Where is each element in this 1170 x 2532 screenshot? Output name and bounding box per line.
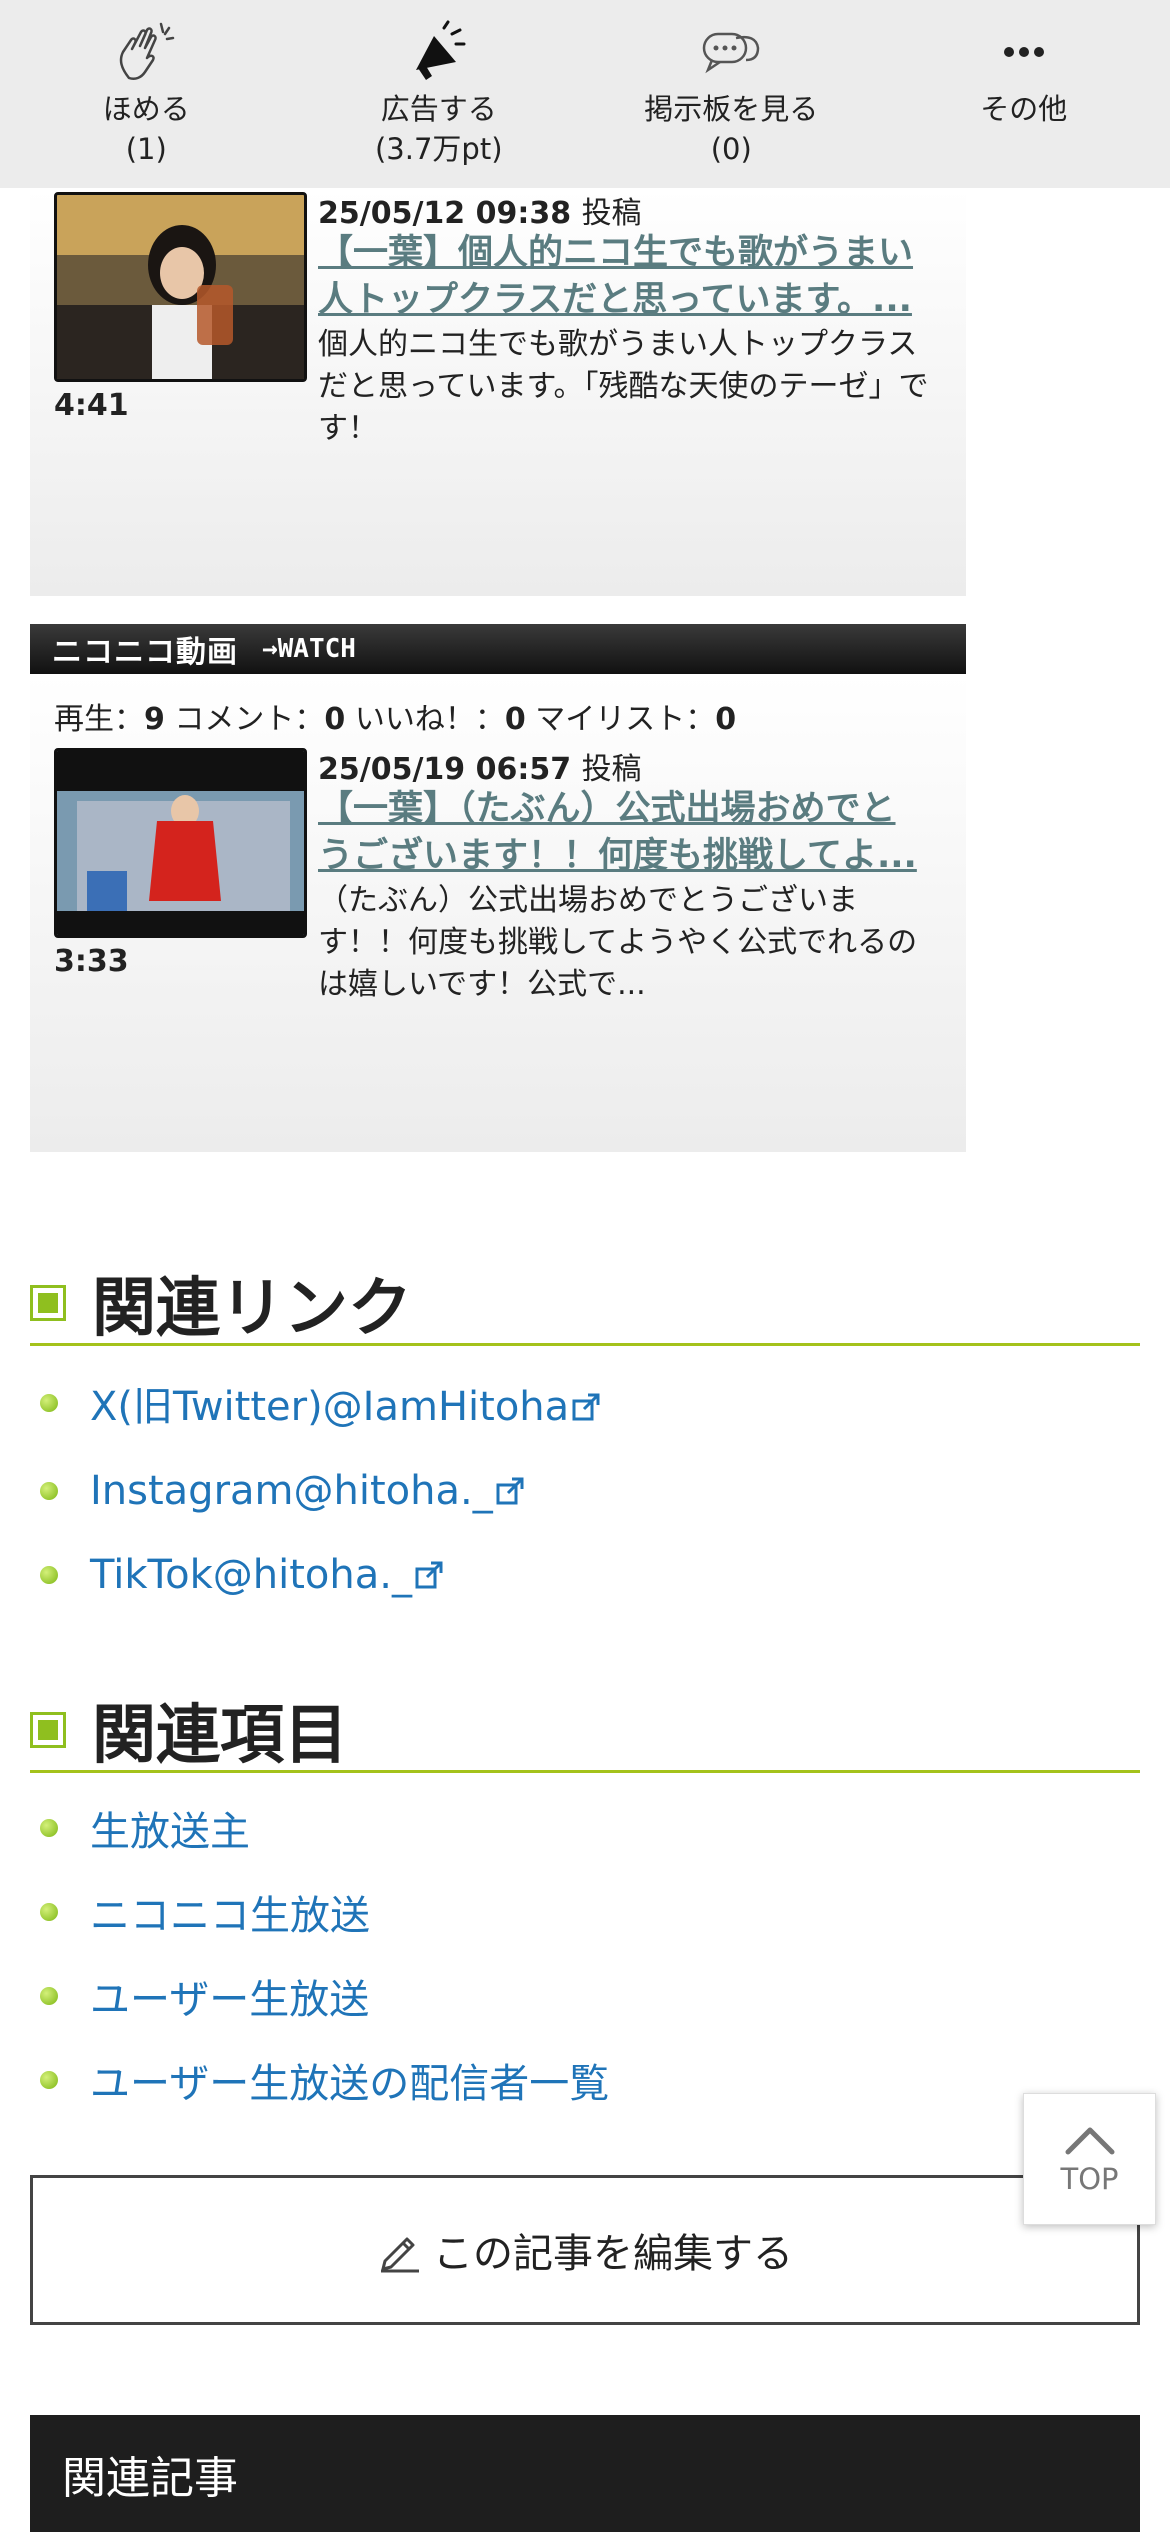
play-count: 9 (144, 702, 165, 737)
list-item: ユーザー生放送の配信者一覧 (40, 2038, 609, 2122)
bullet-icon (40, 1566, 58, 1584)
video-card: 再生：9 コメント：0 いいね！：0 マイリスト：0 3:33 25/05/19… (30, 674, 966, 1152)
list-item: ニコニコ生放送 (40, 1870, 609, 1954)
related-item-link[interactable]: ユーザー生放送の配信者一覧 (90, 2051, 609, 2109)
video-thumbnail[interactable] (54, 192, 307, 382)
video-duration: 3:33 (54, 944, 129, 979)
video-post-date: 25/05/12 09:38 投稿 (318, 188, 642, 232)
video-thumbnail[interactable] (54, 748, 307, 938)
title-line-1: 【一葉】（たぶん）公式出場おめでと (318, 789, 896, 829)
list-item: X(旧Twitter)@IamHitoha (40, 1361, 601, 1445)
link-text: Instagram@hitoha._ (90, 1468, 493, 1514)
bullet-icon (40, 1903, 58, 1921)
video-title-link[interactable]: 【一葉】個人的ニコ生でも歌がうまい 人トップクラスだと思っています。... (318, 230, 958, 324)
video-post-date: 25/05/19 06:57 投稿 (318, 744, 642, 788)
more-label: その他 (980, 92, 1068, 126)
video-duration: 4:41 (54, 388, 129, 423)
title-line-2: うございます！！何度も挑戦してよ... (318, 836, 917, 876)
video-description: （たぶん）公式出場おめでとうございます！！何度も挑戦してようやく公式でれるのは嬉… (318, 883, 918, 1002)
video-title-link[interactable]: 【一葉】（たぶん）公式出場おめでと うございます！！何度も挑戦してよ... (318, 786, 958, 880)
title-line-1: 【一葉】個人的ニコ生でも歌がうまい (318, 233, 914, 273)
external-link-x[interactable]: X(旧Twitter)@IamHitoha (90, 1374, 601, 1432)
link-text: TikTok@hitoha._ (90, 1552, 412, 1598)
list-item: 生放送主 (40, 1786, 609, 1870)
advertise-points: (3.7万pt) (374, 132, 503, 166)
bullet-icon (40, 1819, 58, 1837)
section-marker-icon (30, 1284, 66, 1321)
posted-label: 投稿 (581, 196, 642, 231)
post-date-value: 25/05/12 09:38 (318, 196, 572, 231)
top-label: TOP (1060, 2162, 1119, 2196)
related-links-heading: 関連リンク (30, 1262, 1140, 1346)
video-description: 個人的ニコ生でも歌がうまい人トップクラスだと思っています。「残酷な天使のテーゼ」… (318, 327, 929, 446)
pencil-icon (381, 2237, 419, 2273)
posted-label: 投稿 (581, 752, 642, 787)
megaphone-icon (415, 20, 466, 80)
praise-button[interactable]: ほめる (1) (0, 0, 293, 188)
more-dots-icon (1003, 47, 1044, 57)
related-articles-title: 関連記事 (62, 2452, 238, 2504)
edit-label: この記事を編集する (433, 2231, 793, 2277)
comment-count: 0 (324, 702, 346, 737)
praise-label: ほめる (102, 92, 190, 126)
niconico-logo: ニコニコ動画 (52, 635, 238, 670)
external-link-tiktok[interactable]: TikTok@hitoha._ (90, 1552, 444, 1598)
section-marker-icon (30, 1711, 66, 1748)
external-link-icon (496, 1477, 524, 1505)
bullet-icon (40, 1482, 58, 1500)
advertise-button[interactable]: 広告する (3.7万pt) (293, 0, 586, 188)
advertise-label: 広告する (380, 92, 497, 126)
view-board-label: 掲示板を見る (644, 92, 819, 126)
video-card: 4:41 25/05/12 09:38 投稿 【一葉】個人的ニコ生でも歌がうまい… (30, 188, 966, 596)
section-title: 関連項目 (92, 1698, 348, 1773)
clap-hands-icon (120, 22, 175, 80)
bullet-icon (40, 1394, 58, 1412)
related-articles-header: 関連記事 (30, 2415, 1140, 2532)
related-item-link[interactable]: ユーザー生放送 (90, 1967, 369, 2025)
view-board-count: (0) (710, 132, 752, 166)
related-item-link[interactable]: 生放送主 (90, 1799, 250, 1857)
mylist-count: 0 (715, 702, 737, 737)
mylist-label: マイリスト： (535, 702, 716, 737)
play-label: 再生： (54, 702, 144, 737)
related-items-heading: 関連項目 (30, 1689, 1140, 1773)
external-link-icon (415, 1561, 443, 1589)
title-line-2: 人トップクラスだと思っています。... (318, 280, 912, 320)
related-item-link[interactable]: ニコニコ生放送 (90, 1883, 370, 1941)
watch-link[interactable]: →WATCH (262, 634, 356, 664)
related-links-list: X(旧Twitter)@IamHitoha Instagram@hitoha._… (40, 1361, 601, 1617)
back-to-top-button[interactable]: TOP (1023, 2093, 1156, 2225)
like-label: いいね！： (354, 702, 505, 737)
related-items-list: 生放送主 ニコニコ生放送 ユーザー生放送 ユーザー生放送の配信者一覧 (40, 1786, 609, 2122)
speech-bubbles-icon (703, 32, 760, 74)
action-bar: ほめる (1) 広告する (3.7万pt) 掲示板を見る (0) その他 (0, 0, 1170, 188)
edit-article-button[interactable]: この記事を編集する (30, 2175, 1140, 2325)
more-button[interactable]: その他 (878, 0, 1170, 188)
external-link-instagram[interactable]: Instagram@hitoha._ (90, 1468, 525, 1514)
view-board-button[interactable]: 掲示板を見る (0) (585, 0, 878, 188)
praise-count: (1) (125, 132, 167, 166)
like-count: 0 (504, 702, 526, 737)
niconico-watch-bar[interactable]: ニコニコ動画 →WATCH (30, 624, 966, 674)
external-link-icon (572, 1393, 600, 1421)
comment-label: コメント： (174, 702, 325, 737)
list-item: ユーザー生放送 (40, 1954, 609, 2038)
chevron-up-icon (1065, 2127, 1114, 2155)
bullet-icon (40, 2071, 58, 2089)
list-item: TikTok@hitoha._ (40, 1533, 601, 1617)
link-text: X(旧Twitter)@IamHitoha (90, 1384, 570, 1430)
bullet-icon (40, 1987, 58, 2005)
post-date-value: 25/05/19 06:57 (318, 752, 572, 787)
video-stats: 再生：9 コメント：0 いいね！：0 マイリスト：0 (54, 694, 736, 738)
list-item: Instagram@hitoha._ (40, 1449, 601, 1533)
section-title: 関連リンク (92, 1271, 412, 1346)
